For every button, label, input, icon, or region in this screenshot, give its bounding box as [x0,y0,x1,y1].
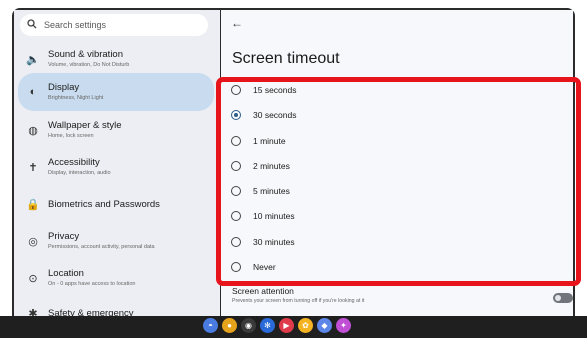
sidebar-item-display[interactable]: ◐ Display Brightness, Night Light [18,73,214,111]
accessibility-icon: ✝ [28,161,38,174]
sidebar-item-title: Display [48,82,80,93]
page-title: Screen timeout [232,50,340,67]
sidebar-item-title: Privacy [48,231,80,242]
sidebar-item-subtitle: Permissions, account activity, personal … [48,244,155,250]
sidebar-item-subtitle: Volume, vibration, Do Not Disturb [48,62,130,68]
sidebar-item-title: Location [48,268,84,279]
safety-icon: ✱ [28,307,38,317]
search-placeholder: Search settings [44,20,107,30]
assistant-icon[interactable]: ✦ [336,318,351,333]
sidebar-item-wallpaper[interactable]: ◍ Wallpaper & style Home, lock screen [18,111,214,149]
play-store-icon[interactable]: ▶ [279,318,294,333]
sidebar-item-title: Accessibility [48,157,100,168]
screen-attention-subtitle: Prevents your screen from turning off if… [232,298,365,304]
sidebar-item-location[interactable]: ⊙ Location On - 0 apps have access to lo… [18,259,214,297]
sidebar-item-safety[interactable]: ✱ Safety & emergency [18,294,214,317]
location-pin-icon: ⊙ [28,272,38,285]
sidebar-item-subtitle: On - 0 apps have access to location [48,281,136,287]
lock-icon: 🔒 [26,198,40,211]
toggle-knob [555,295,561,301]
sidebar-item-title: Biometrics and Passwords [48,198,160,210]
settings-sidebar: Search settings 🔈 Sound & vibration Volu… [14,10,220,316]
settings-icon[interactable]: ✻ [260,318,275,333]
app-dock: ◓ ● ◉ ✻ ▶ ✿ ◆ ✦ [203,318,351,333]
search-icon [20,18,44,32]
brightness-icon: ◐ [29,86,37,98]
sidebar-item-title: Wallpaper & style [48,120,122,131]
search-bar[interactable]: Search settings [20,14,208,36]
camera-icon[interactable]: ◉ [241,318,256,333]
sidebar-item-privacy[interactable]: ◎ Privacy Permissions, account activity,… [18,222,214,260]
sidebar-item-accessibility[interactable]: ✝ Accessibility Display, interaction, au… [18,148,214,186]
sidebar-item-subtitle: Display, interaction, audio [48,170,111,176]
sidebar-item-biometrics[interactable]: 🔒 Biometrics and Passwords [18,185,214,223]
launcher-icon[interactable]: ◓ [203,318,218,333]
back-arrow-icon[interactable]: ← [231,16,243,30]
chrome-icon[interactable]: ● [222,318,237,333]
sidebar-item-title: Safety & emergency [48,307,134,317]
sidebar-item-subtitle: Home, lock screen [48,133,94,139]
sidebar-item-subtitle: Brightness, Night Light [48,95,104,101]
highlight-box [216,77,581,286]
palette-icon: ◍ [28,124,38,137]
privacy-icon: ◎ [28,235,38,248]
speaker-icon: 🔈 [26,53,40,66]
photos-icon[interactable]: ✿ [298,318,313,333]
files-icon[interactable]: ◆ [317,318,332,333]
screen-attention-title: Screen attention [232,286,294,296]
sidebar-item-title: Sound & vibration [48,49,123,60]
screen-attention-toggle[interactable] [553,293,573,303]
